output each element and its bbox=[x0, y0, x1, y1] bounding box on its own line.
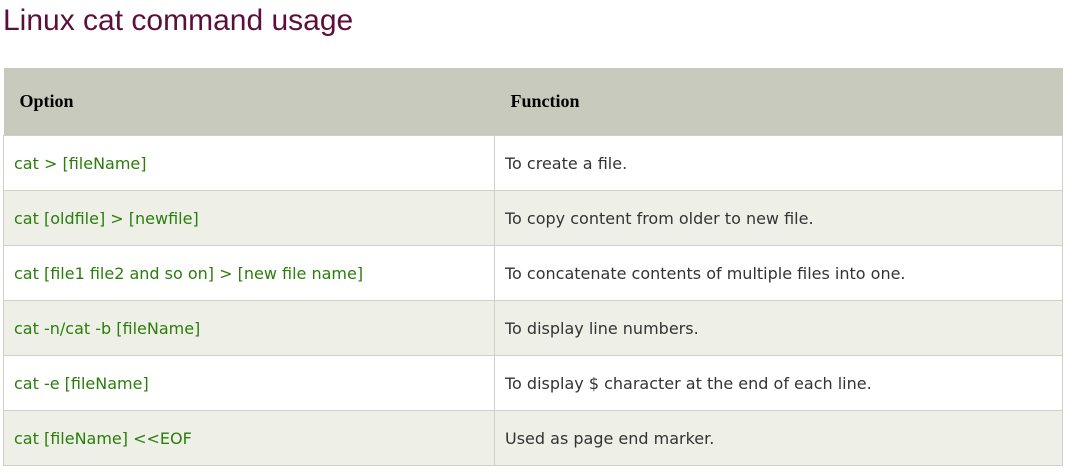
option-cell: cat > [fileName] bbox=[3, 135, 495, 191]
function-cell: To concatenate contents of multiple file… bbox=[494, 245, 1063, 301]
page-title: Linux cat command usage bbox=[3, 4, 354, 37]
table-row: cat [file1 file2 and so on] > [new file … bbox=[3, 245, 1063, 301]
table-row: cat > [fileName] To create a file. bbox=[3, 135, 1063, 191]
table-header-row: Option Function bbox=[3, 68, 1063, 136]
option-cell: cat [file1 file2 and so on] > [new file … bbox=[3, 245, 495, 301]
function-cell: To copy content from older to new file. bbox=[494, 190, 1063, 246]
option-cell: cat [oldfile] > [newfile] bbox=[3, 190, 495, 246]
option-cell: cat [fileName] <<EOF bbox=[3, 410, 495, 466]
table-row: cat [oldfile] > [newfile] To copy content… bbox=[3, 190, 1063, 246]
header-option: Option bbox=[3, 68, 495, 136]
table-row: cat [fileName] <<EOF Used as page end mar… bbox=[3, 410, 1063, 466]
function-cell: To create a file. bbox=[494, 135, 1063, 191]
table-row: cat -e [fileName] To display $ character … bbox=[3, 355, 1063, 411]
function-cell: Used as page end marker. bbox=[494, 410, 1063, 466]
cat-usage-table: Option Function cat > [fileName] To creat… bbox=[3, 68, 1063, 466]
header-function: Function bbox=[494, 68, 1063, 136]
function-cell: To display $ character at the end of eac… bbox=[494, 355, 1063, 411]
function-cell: To display line numbers. bbox=[494, 300, 1063, 356]
option-cell: cat -n/cat -b [fileName] bbox=[3, 300, 495, 356]
option-cell: cat -e [fileName] bbox=[3, 355, 495, 411]
table-row: cat -n/cat -b [fileName] To display line … bbox=[3, 300, 1063, 356]
